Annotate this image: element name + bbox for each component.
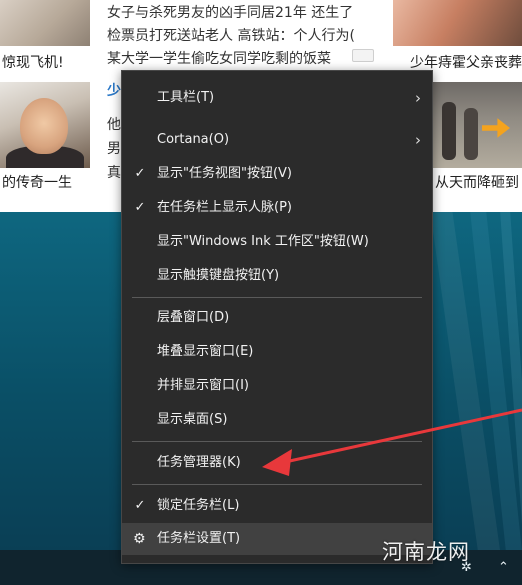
menu-item-label: 显示触摸键盘按钮(Y) — [157, 268, 280, 283]
news-title-fragment[interactable]: 少 — [107, 80, 121, 100]
news-caption[interactable]: 少年痔霍父亲丧葬 — [410, 52, 522, 72]
menu-item-lock-taskbar[interactable]: ✓ 锁定任务栏(L) — [122, 490, 432, 522]
submenu-arrow-icon: › — [415, 89, 421, 107]
news-caption[interactable]: 的传奇一生 — [2, 172, 72, 192]
news-thumbnail-street[interactable] — [432, 82, 522, 168]
menu-item-side-by-side[interactable]: 并排显示窗口(I) — [122, 370, 432, 402]
checkmark-icon: ✓ — [134, 200, 146, 215]
menu-item-cortana[interactable]: Cortana(O) › — [122, 124, 432, 156]
news-text-fragment: 真 — [107, 165, 121, 181]
news-caption[interactable]: 从天而降砸到 — [435, 172, 519, 192]
menu-item-task-manager[interactable]: 任务管理器(K) — [122, 447, 432, 479]
news-headline[interactable]: 女子与杀死男友的凶手同居21年 还生了 — [107, 2, 353, 22]
news-headline[interactable]: 检票员打死送站老人 高铁站：个人行为( — [107, 25, 355, 45]
gear-icon: ⚙ — [133, 531, 146, 547]
menu-item-touch-keyboard[interactable]: 显示触摸键盘按钮(Y) — [122, 260, 432, 292]
menu-item-label: 层叠窗口(D) — [157, 310, 230, 325]
taskbar-context-menu: 工具栏(T) › Cortana(O) › ✓ 显示"任务视图"按钮(V) ✓ … — [121, 70, 433, 564]
menu-item-label: 在任务栏上显示人脉(P) — [157, 200, 292, 215]
menu-item-stack-windows[interactable]: 堆叠显示窗口(E) — [122, 336, 432, 368]
menu-item-label: 锁定任务栏(L) — [157, 498, 240, 513]
menu-item-show-task-view[interactable]: ✓ 显示"任务视图"按钮(V) — [122, 158, 432, 190]
chevron-up-icon[interactable]: ⌃ — [498, 560, 509, 575]
menu-separator — [132, 297, 422, 298]
menu-item-cascade-windows[interactable]: 层叠窗口(D) — [122, 302, 432, 334]
submenu-arrow-icon: › — [415, 131, 421, 149]
news-text-fragment: 男 — [107, 141, 121, 157]
menu-item-label: 显示桌面(S) — [157, 412, 228, 427]
news-thumbnail-portrait[interactable] — [0, 82, 90, 168]
checkmark-icon: ✓ — [134, 498, 146, 513]
checkmark-icon: ✓ — [134, 166, 146, 181]
menu-item-label: Cortana(O) — [157, 132, 230, 147]
news-headline[interactable]: 某大学一学生偷吃女同学吃剩的饭菜 — [107, 48, 331, 68]
menu-item-label: 堆叠显示窗口(E) — [157, 344, 254, 359]
menu-item-label: 工具栏(T) — [157, 90, 215, 105]
menu-item-toolbars[interactable]: 工具栏(T) › — [122, 82, 432, 114]
news-caption[interactable]: 惊现飞机! — [2, 52, 64, 72]
menu-separator — [132, 441, 422, 442]
menu-item-show-desktop[interactable]: 显示桌面(S) — [122, 404, 432, 436]
ad-badge — [352, 49, 374, 62]
news-thumbnail[interactable] — [393, 0, 522, 46]
menu-item-label: 显示"Windows Ink 工作区"按钮(W) — [157, 234, 369, 249]
menu-separator — [132, 484, 422, 485]
menu-item-label: 并排显示窗口(I) — [157, 378, 249, 393]
menu-item-label: 任务管理器(K) — [157, 455, 241, 470]
watermark-logo: 河南龙网 — [382, 540, 470, 564]
menu-item-show-people[interactable]: ✓ 在任务栏上显示人脉(P) — [122, 192, 432, 224]
menu-item-label: 显示"任务视图"按钮(V) — [157, 166, 292, 181]
menu-item-label: 任务栏设置(T) — [157, 531, 241, 546]
news-thumbnail[interactable] — [0, 0, 90, 46]
news-text-fragment: 他 — [107, 117, 121, 133]
menu-item-windows-ink[interactable]: 显示"Windows Ink 工作区"按钮(W) — [122, 226, 432, 258]
